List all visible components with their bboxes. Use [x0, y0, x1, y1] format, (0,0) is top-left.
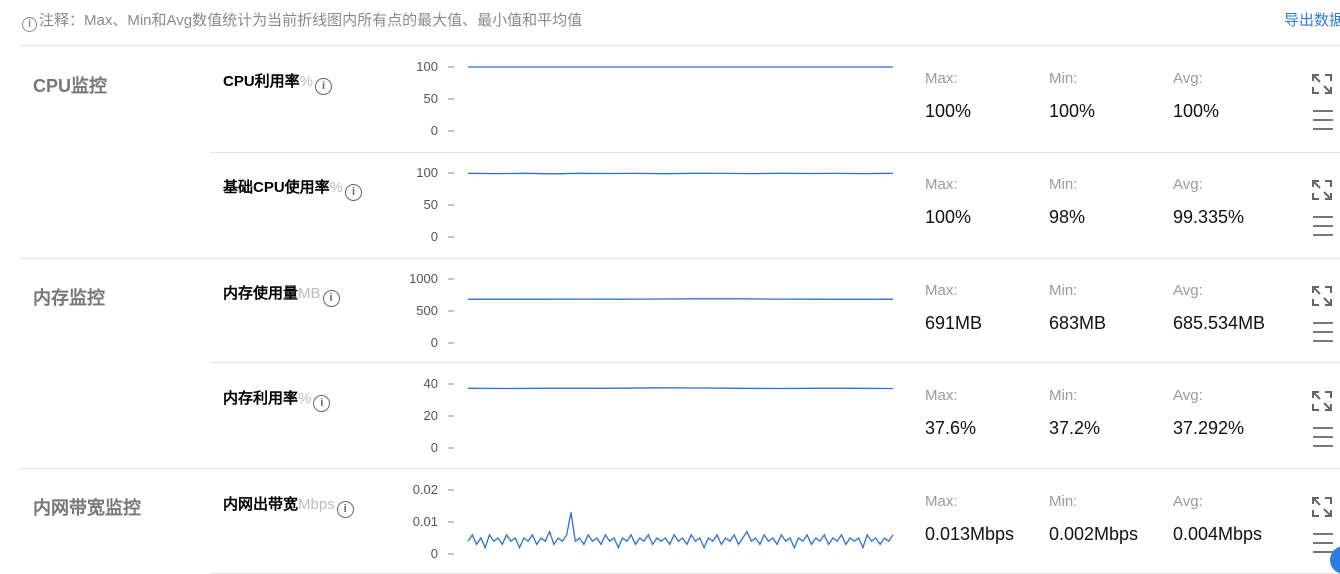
avg-value: 0.004Mbps — [1173, 524, 1263, 544]
menu-icon[interactable] — [1313, 533, 1333, 555]
avg-value: 99.335% — [1173, 207, 1245, 227]
avg-value: 100% — [1173, 101, 1220, 121]
avg-label: Avg: — [1173, 282, 1203, 299]
min-label: Min: — [1049, 387, 1078, 404]
y-tick-label: 50 — [424, 197, 438, 212]
max-label: Max: — [925, 493, 958, 510]
expand-icon[interactable] — [1312, 74, 1332, 94]
metric-chart[interactable]: 100 50 0 — [400, 57, 900, 147]
metric-unit: % — [329, 179, 344, 196]
metric-title: 内存利用率% i — [223, 387, 331, 412]
metric-title: CPU利用率% i — [223, 70, 333, 95]
y-tick-label: 0.02 — [413, 482, 438, 497]
avg-value: 685.534MB — [1173, 313, 1266, 333]
info-icon[interactable]: i — [336, 501, 354, 518]
max-value: 0.013Mbps — [925, 524, 1015, 544]
y-tick-label: 0 — [431, 229, 438, 244]
metric-chart[interactable]: 40 20 0 — [400, 374, 900, 464]
max-value: 100% — [925, 207, 972, 227]
group-title-memory: 内存监控 — [33, 288, 105, 308]
menu-icon[interactable] — [1313, 322, 1333, 344]
series-line — [468, 298, 894, 300]
info-icon[interactable]: i — [345, 184, 363, 201]
metric-title: 内存使用量MB i — [223, 282, 340, 307]
max-label: Max: — [925, 70, 958, 87]
divider — [210, 362, 1340, 363]
metric-name: 内网出带宽 — [223, 496, 299, 513]
divider — [20, 45, 1340, 46]
y-tick-label: 100 — [416, 165, 438, 180]
y-tick-label: 100 — [416, 59, 438, 74]
y-tick-label: 0.01 — [413, 514, 438, 529]
series-line — [467, 172, 894, 175]
metric-title: 基础CPU使用率% i — [223, 176, 363, 201]
y-tick-label: 50 — [424, 91, 438, 106]
info-icon: i — [22, 17, 37, 32]
min-label: Min: — [1049, 176, 1078, 193]
max-label: Max: — [925, 387, 958, 404]
y-tick-label: 0 — [431, 440, 438, 455]
y-tick-label: 40 — [424, 376, 438, 391]
min-value: 37.2% — [1049, 418, 1101, 438]
min-label: Min: — [1049, 70, 1078, 87]
note-bar: i 注释：Max、Min和Avg数值统计为当前折线图内所有点的最大值、最小值和平均… — [0, 0, 1340, 40]
group-title-network: 内网带宽监控 — [33, 498, 141, 518]
menu-icon[interactable] — [1313, 110, 1333, 132]
max-label: Max: — [925, 176, 958, 193]
max-value: 37.6% — [925, 418, 977, 438]
y-tick-label: 0 — [431, 546, 438, 561]
metric-chart[interactable]: 1000 500 0 — [400, 269, 900, 359]
metric-unit: Mbps — [298, 496, 335, 513]
note-text: 注释：Max、Min和Avg数值统计为当前折线图内所有点的最大值、最小值和平均值 — [39, 12, 583, 29]
series-line — [467, 512, 894, 550]
metric-name: CPU利用率 — [223, 73, 300, 90]
y-tick-label: 1000 — [409, 271, 438, 286]
y-tick-label: 0 — [431, 335, 438, 350]
divider — [20, 258, 1340, 259]
metric-unit: % — [299, 73, 314, 90]
avg-label: Avg: — [1173, 493, 1203, 510]
metric-unit: MB — [298, 285, 321, 302]
series-line — [467, 387, 894, 390]
max-label: Max: — [925, 282, 958, 299]
avg-label: Avg: — [1173, 387, 1203, 404]
metric-chart[interactable]: 0.02 0.01 0 — [400, 480, 900, 570]
divider — [20, 468, 1340, 469]
menu-icon[interactable] — [1313, 427, 1333, 449]
min-value: 100% — [1049, 101, 1096, 121]
menu-icon[interactable] — [1313, 216, 1333, 238]
min-value: 98% — [1049, 207, 1086, 227]
expand-icon[interactable] — [1312, 497, 1332, 517]
metric-chart[interactable]: 100 50 0 — [400, 163, 900, 253]
min-label: Min: — [1049, 282, 1078, 299]
expand-icon[interactable] — [1312, 391, 1332, 411]
divider — [210, 152, 1340, 153]
metric-unit: % — [298, 390, 312, 407]
y-tick-label: 20 — [424, 408, 438, 423]
info-icon[interactable]: i — [322, 290, 340, 307]
info-icon[interactable]: i — [313, 395, 331, 412]
expand-icon[interactable] — [1312, 286, 1332, 306]
min-value: 683MB — [1049, 313, 1107, 333]
avg-value: 37.292% — [1173, 418, 1245, 438]
max-value: 100% — [925, 101, 972, 121]
min-label: Min: — [1049, 493, 1078, 510]
max-value: 691MB — [925, 313, 983, 333]
group-title-cpu: CPU监控 — [33, 76, 108, 96]
metric-name: 内存使用量 — [223, 285, 299, 302]
min-value: 0.002Mbps — [1049, 524, 1139, 544]
y-tick-label: 0 — [431, 123, 438, 138]
info-icon[interactable]: i — [315, 78, 333, 95]
avg-label: Avg: — [1173, 70, 1203, 87]
metric-name: 内存利用率 — [223, 390, 299, 407]
y-tick-label: 500 — [416, 303, 438, 318]
avg-label: Avg: — [1173, 176, 1203, 193]
expand-icon[interactable] — [1312, 180, 1332, 200]
export-data-link[interactable]: 导出数据 — [1284, 9, 1340, 30]
metric-name: 基础CPU使用率 — [223, 179, 330, 196]
stats-note: i 注释：Max、Min和Avg数值统计为当前折线图内所有点的最大值、最小值和平均… — [22, 9, 582, 32]
metric-title: 内网出带宽Mbps i — [223, 493, 354, 518]
